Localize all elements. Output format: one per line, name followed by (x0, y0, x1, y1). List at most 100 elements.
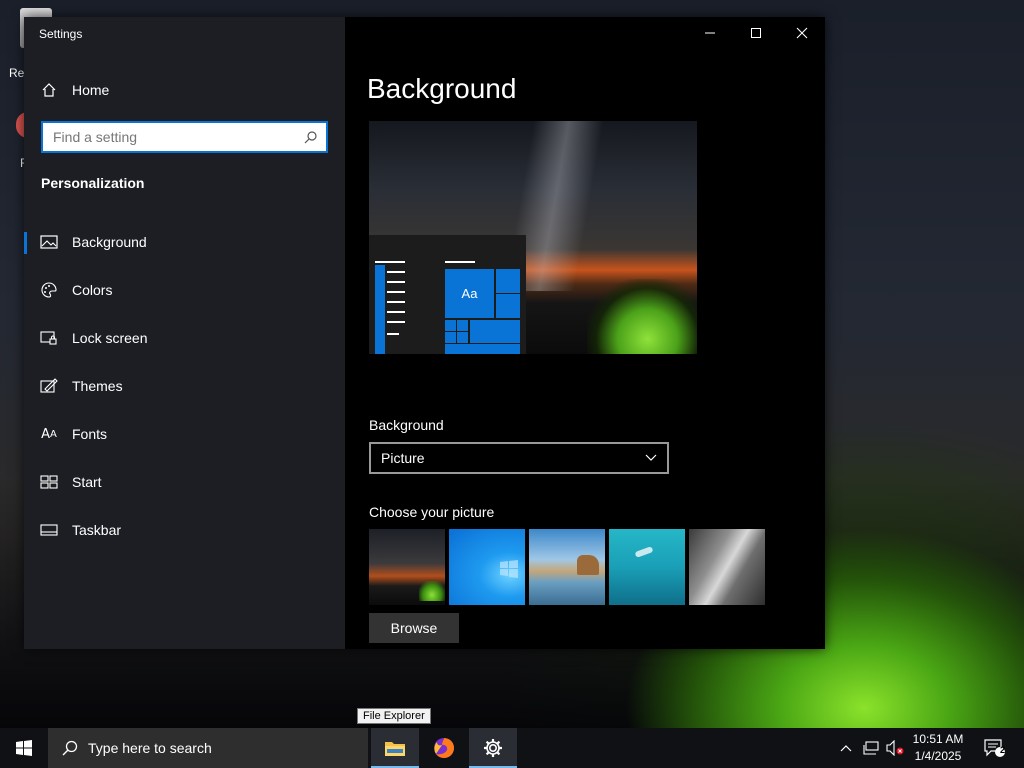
preview-tile (457, 332, 468, 343)
sidebar-item-taskbar[interactable]: Taskbar (24, 510, 345, 550)
windows-logo-icon (500, 560, 518, 578)
taskbar-app-file-explorer[interactable] (371, 728, 419, 768)
sidebar-item-background[interactable]: Background (24, 222, 345, 262)
preview-line (387, 321, 405, 323)
thumbnail-windows-blue[interactable] (449, 529, 525, 605)
close-icon (796, 27, 808, 39)
minimize-button[interactable] (687, 17, 733, 49)
sidebar-item-label: Taskbar (72, 522, 122, 538)
preview-start-rail (375, 265, 385, 354)
preview-tile (445, 332, 456, 343)
preview-line (387, 271, 405, 273)
taskbar-icon (40, 521, 58, 539)
taskbar: Type here to search 10:51 AM 1/4/2025 2 (0, 728, 1024, 768)
gear-icon (484, 739, 502, 757)
preview-tent (587, 279, 697, 354)
sidebar-item-lock-screen[interactable]: Lock screen (24, 318, 345, 358)
lock-screen-icon (40, 329, 58, 347)
sidebar-item-label: Themes (72, 378, 123, 394)
choose-picture-label: Choose your picture (369, 504, 495, 520)
preview-tile (470, 320, 520, 343)
section-title: Personalization (41, 175, 145, 191)
preview-line (387, 311, 405, 313)
sidebar-item-label: Start (72, 474, 102, 490)
sidebar-item-colors[interactable]: Colors (24, 270, 345, 310)
volume-muted-icon (886, 740, 904, 756)
tray-chevron-up[interactable] (836, 728, 856, 768)
background-dropdown[interactable]: Picture (369, 442, 669, 474)
sidebar-item-label: Fonts (72, 426, 108, 442)
background-label: Background (369, 417, 444, 433)
search-icon (304, 130, 318, 144)
themes-icon (40, 377, 58, 395)
close-button[interactable] (779, 17, 825, 49)
settings-search[interactable] (41, 121, 328, 153)
minimize-icon (705, 32, 715, 34)
action-center-button[interactable]: 2 (980, 728, 1008, 768)
fonts-icon: AA (41, 426, 57, 442)
browse-button[interactable]: Browse (369, 613, 459, 643)
maximize-icon (751, 28, 761, 38)
thumbnail-rock (577, 555, 599, 575)
background-dropdown-value: Picture (381, 450, 425, 466)
sidebar-item-themes[interactable]: Themes (24, 366, 345, 406)
start-icon (40, 473, 58, 491)
windows-logo-icon (16, 740, 32, 756)
search-icon (62, 740, 78, 756)
start-button[interactable] (0, 728, 48, 768)
sidebar-item-home[interactable]: Home (24, 70, 345, 110)
thumbnail-rock-cliff[interactable] (689, 529, 765, 605)
preview-line (387, 281, 405, 283)
thumbnail-night-sky-tent[interactable] (369, 529, 445, 605)
settings-main: Background Aa Background Picture Choose … (345, 17, 825, 649)
home-icon (40, 81, 58, 99)
palette-icon (40, 281, 58, 299)
thumbnail-swimmer (634, 546, 654, 558)
thumbnail-underwater-swimmer[interactable] (609, 529, 685, 605)
sidebar-item-label: Background (72, 234, 147, 250)
firefox-icon (434, 738, 454, 758)
preview-start-menu: Aa (369, 235, 526, 354)
settings-search-input[interactable] (43, 129, 304, 145)
tray-volume[interactable] (884, 728, 906, 768)
preview-tile (445, 344, 520, 354)
preview-tile (457, 320, 468, 331)
chevron-down-icon (645, 454, 657, 461)
sidebar-item-label: Lock screen (72, 330, 148, 346)
folder-icon (385, 742, 405, 756)
preview-tile (445, 320, 456, 331)
maximize-button[interactable] (733, 17, 779, 49)
preview-tile (496, 269, 520, 293)
preview-tile-aa: Aa (445, 269, 494, 318)
sidebar-item-fonts[interactable]: AA Fonts (24, 414, 345, 454)
network-icon (863, 741, 879, 755)
taskbar-app-firefox[interactable] (420, 728, 468, 768)
taskbar-app-settings[interactable] (469, 728, 517, 768)
taskbar-clock[interactable]: 10:51 AM 1/4/2025 (906, 731, 970, 765)
taskbar-search-placeholder: Type here to search (88, 740, 212, 756)
preview-line (445, 261, 475, 263)
sidebar-home-label: Home (72, 82, 110, 98)
sidebar-item-label: Colors (72, 282, 113, 298)
settings-window: Settings Home Personalization Background (24, 17, 825, 649)
window-title: Settings (39, 27, 83, 41)
preview-line (387, 291, 405, 293)
thumbnail-beach-rocks[interactable] (529, 529, 605, 605)
background-preview: Aa (369, 121, 697, 354)
file-explorer-tooltip: File Explorer (357, 708, 431, 724)
chevron-up-icon (840, 745, 852, 752)
page-title: Background (367, 73, 517, 104)
settings-sidebar: Settings Home Personalization Background (24, 17, 345, 649)
taskbar-search[interactable]: Type here to search (48, 728, 368, 768)
thumbnail-tent (419, 581, 445, 601)
tray-network[interactable] (860, 728, 882, 768)
sidebar-item-start[interactable]: Start (24, 462, 345, 502)
preview-line (387, 301, 405, 303)
preview-line (375, 261, 405, 263)
preview-tile (496, 294, 520, 318)
clock-date: 1/4/2025 (914, 749, 962, 763)
notification-count: 2 (1000, 745, 1006, 755)
clock-time: 10:51 AM (912, 732, 964, 746)
preview-line (387, 333, 399, 335)
image-icon (40, 233, 58, 251)
